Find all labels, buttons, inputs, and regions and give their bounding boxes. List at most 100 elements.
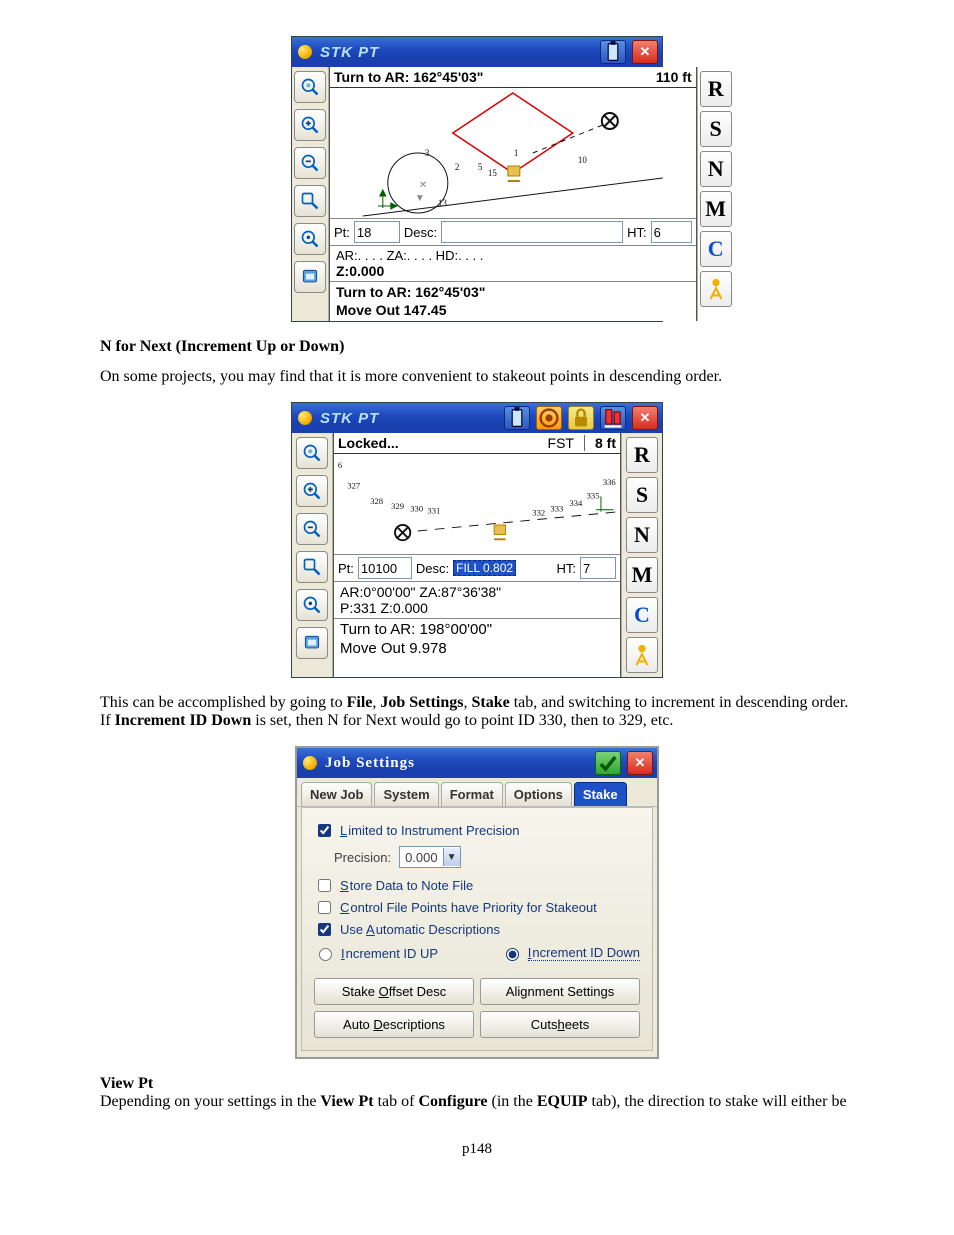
pt-input[interactable]: [354, 221, 400, 243]
zoom-extents-icon[interactable]: [294, 71, 326, 103]
close-icon[interactable]: ✕: [632, 40, 658, 64]
key-N[interactable]: N: [626, 517, 658, 553]
view-icon[interactable]: [296, 589, 328, 621]
titlebar: Job Settings ✕: [297, 748, 657, 778]
target-icon[interactable]: [536, 406, 562, 430]
svg-text:13: 13: [438, 198, 448, 208]
key-A[interactable]: [700, 271, 732, 307]
zoom-out-icon[interactable]: [294, 147, 326, 179]
chk-control-priority[interactable]: Control File Points have Priority for St…: [314, 898, 640, 917]
instrument-icon[interactable]: [600, 406, 626, 430]
status-mid: FST: [548, 435, 574, 451]
measurements: AR:. . . . ZA:. . . . HD:. . . . Z:0.000: [330, 246, 696, 282]
radio-increment-up[interactable]: Increment ID UP: [314, 945, 438, 961]
pt-input[interactable]: [358, 557, 412, 579]
tab-stake[interactable]: Stake: [574, 782, 627, 806]
status-left: Locked...: [338, 435, 399, 451]
ok-icon[interactable]: [595, 751, 621, 775]
lock-icon[interactable]: [568, 406, 594, 430]
zoom-in-icon[interactable]: [294, 109, 326, 141]
chk-control-priority-box[interactable]: [318, 901, 331, 914]
btn-auto-descriptions[interactable]: Auto Descriptions: [314, 1011, 474, 1038]
svg-text:▼: ▼: [415, 193, 425, 204]
status-line: Turn to AR: 162°45'03" 110 ft: [330, 67, 696, 88]
chk-store-note-file[interactable]: Store Data to Note File: [314, 876, 640, 895]
btn-alignment-settings[interactable]: Alignment Settings: [480, 978, 640, 1005]
radio-increment-up-input[interactable]: [319, 948, 332, 961]
key-A[interactable]: [626, 637, 658, 673]
precision-combo[interactable]: 0.000 ▼: [399, 846, 461, 868]
zoom-window-icon[interactable]: [294, 185, 326, 217]
tab-format[interactable]: Format: [441, 782, 503, 806]
chk-limited-precision[interactable]: Limited to Instrument Precision: [314, 821, 640, 840]
key-M[interactable]: M: [626, 557, 658, 593]
precision-row: Precision: 0.000 ▼: [334, 846, 640, 868]
status-right: 8 ft: [584, 435, 616, 451]
svg-text:328: 328: [370, 496, 383, 506]
settings-icon[interactable]: [294, 261, 326, 293]
titlebar: STK PT ✕: [292, 403, 662, 433]
close-icon[interactable]: ✕: [627, 751, 653, 775]
zoom-window-icon[interactable]: [296, 551, 328, 583]
chk-limited-precision-box[interactable]: [318, 824, 331, 837]
window-title: STK PT: [320, 410, 498, 427]
p-line: P:331 Z:0.000: [340, 600, 614, 616]
tab-new-job[interactable]: New Job: [301, 782, 372, 806]
radio-increment-down[interactable]: Increment ID Down: [501, 945, 640, 961]
key-C[interactable]: C: [700, 231, 732, 267]
map-area[interactable]: 1 2 3 5 10 13 15: [330, 88, 696, 219]
svg-text:15: 15: [488, 168, 498, 178]
ht-input[interactable]: [580, 557, 616, 579]
instr-2: Move Out 147.45: [336, 302, 690, 320]
instructions: Turn to AR: 198°00'00" Move Out 9.978: [334, 619, 620, 661]
svg-text:334: 334: [569, 498, 583, 508]
tab-system[interactable]: System: [374, 782, 438, 806]
chk-store-note-file-box[interactable]: [318, 879, 331, 892]
desc-input[interactable]: [441, 221, 623, 243]
chk-auto-descriptions-box[interactable]: [318, 923, 331, 936]
ht-label: HT:: [557, 561, 577, 576]
key-R[interactable]: R: [626, 437, 658, 473]
key-R[interactable]: R: [700, 71, 732, 107]
btn-cutsheets[interactable]: Cutsheets: [480, 1011, 640, 1038]
left-toolbar: [292, 433, 333, 677]
desc-value[interactable]: FILL 0.802: [453, 560, 516, 576]
job-settings-dialog: Job Settings ✕ New Job System Format Opt…: [295, 746, 659, 1059]
close-icon[interactable]: ✕: [632, 406, 658, 430]
svg-text:1: 1: [514, 148, 519, 158]
heading-view-pt: View Pt: [100, 1075, 153, 1092]
measurements: AR:0°00'00" ZA:87°36'38" P:331 Z:0.000: [334, 582, 620, 619]
radio-increment-down-input[interactable]: [506, 948, 519, 961]
app-icon: [296, 43, 314, 61]
settings-icon[interactable]: [296, 627, 328, 659]
key-S[interactable]: S: [626, 477, 658, 513]
map-area[interactable]: 6 327 328 329 330 331 332 333 334 335 33…: [334, 454, 620, 555]
btn-stake-offset-desc[interactable]: Stake Offset Desc: [314, 978, 474, 1005]
window-title: STK PT: [320, 44, 594, 61]
dialog-title: Job Settings: [325, 755, 589, 772]
stakeout-screen-2: STK PT ✕: [291, 402, 663, 678]
battery-icon[interactable]: [600, 40, 626, 64]
tab-options[interactable]: Options: [505, 782, 572, 806]
key-M[interactable]: M: [700, 191, 732, 227]
tabs: New Job System Format Options Stake: [297, 778, 657, 807]
instructions: Turn to AR: 162°45'03" Move Out 147.45: [330, 282, 696, 321]
battery-icon[interactable]: [504, 406, 530, 430]
chevron-down-icon[interactable]: ▼: [443, 848, 460, 866]
key-C[interactable]: C: [626, 597, 658, 633]
zoom-in-icon[interactable]: [296, 475, 328, 507]
ht-input[interactable]: [651, 221, 692, 243]
chk-auto-descriptions[interactable]: Use Automatic Descriptions: [314, 920, 640, 939]
key-N[interactable]: N: [700, 151, 732, 187]
point-inputs: Pt: Desc: HT:: [330, 219, 696, 246]
status-line: Locked... FST 8 ft: [334, 433, 620, 454]
main-column: Locked... FST 8 ft 6 327 328 329 330: [333, 433, 621, 677]
svg-text:332: 332: [532, 507, 545, 517]
svg-text:335: 335: [587, 490, 600, 500]
key-S[interactable]: S: [700, 111, 732, 147]
zoom-extents-icon[interactable]: [296, 437, 328, 469]
app-icon: [301, 754, 319, 772]
view-icon[interactable]: [294, 223, 326, 255]
zoom-out-icon[interactable]: [296, 513, 328, 545]
heading-n-for-next: N for Next (Increment Up or Down): [100, 338, 854, 356]
